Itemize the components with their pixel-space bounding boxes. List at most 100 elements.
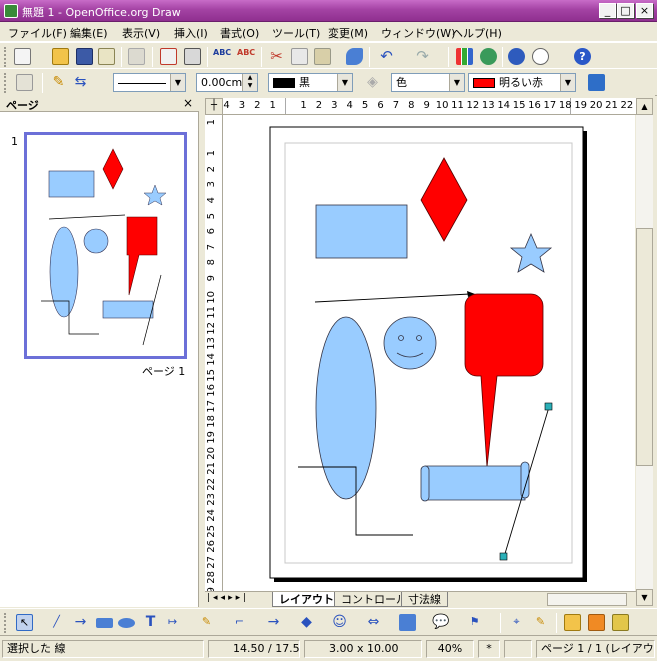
fontwork-icon[interactable] [564, 614, 581, 631]
chart-icon[interactable] [456, 48, 473, 65]
selection-handle-start[interactable] [499, 552, 508, 561]
ruler-tick-label: 1 [206, 150, 217, 157]
redo-icon[interactable]: ↷ [414, 48, 431, 65]
shape-rectangle[interactable] [315, 204, 408, 259]
line-style-select[interactable]: ▼ [113, 73, 186, 92]
print-icon[interactable] [184, 48, 201, 65]
styles-icon[interactable] [16, 74, 33, 91]
vertical-scrollbar[interactable]: ▲ ▼ [636, 98, 653, 606]
minimize-button[interactable]: _ [599, 3, 616, 18]
stars-icon[interactable]: ⚑ [466, 614, 483, 631]
status-selection: 選択した 線 [2, 640, 204, 658]
open-folder-icon[interactable] [52, 48, 69, 65]
menu-insert[interactable]: 挿入(I) [174, 25, 208, 41]
ruler-tick-label: 6 [206, 228, 217, 235]
ellipse-tool-icon[interactable] [118, 618, 135, 628]
spinner-arrows-icon[interactable]: ▲ ▼ [242, 74, 257, 91]
ruler-tick-label: 15 [206, 368, 217, 382]
email-icon[interactable] [98, 48, 115, 65]
drawing-canvas[interactable] [223, 115, 635, 591]
tab-stop-icon[interactable]: ┼ [205, 98, 223, 115]
menu-format[interactable]: 書式(O) [220, 25, 259, 41]
save-icon[interactable] [76, 48, 93, 65]
status-zoom[interactable]: 40% [426, 640, 474, 658]
line-arrow-tool-icon[interactable]: → [72, 614, 89, 631]
flowchart-icon[interactable] [399, 614, 416, 631]
autospellcheck-icon[interactable]: ABC [237, 48, 255, 65]
selection-handle-end[interactable] [544, 402, 553, 411]
menu-tools[interactable]: ツール(T) [272, 25, 320, 41]
pages-panel-header: ページ × [0, 94, 199, 112]
paste-icon[interactable] [314, 48, 331, 65]
shape-scroll[interactable] [424, 465, 526, 501]
spellcheck-icon[interactable]: ABC [213, 48, 231, 65]
toolbar-grip[interactable] [4, 47, 7, 67]
callouts-icon[interactable]: 💬 [432, 614, 449, 631]
toolbar-grip[interactable] [4, 73, 7, 93]
close-icon[interactable]: × [183, 96, 193, 110]
menu-modify[interactable]: 変更(M) [328, 25, 368, 41]
cut-icon[interactable]: ✂ [268, 48, 285, 65]
connector-tool-icon[interactable]: ↦ [164, 614, 181, 631]
from-file-icon[interactable] [588, 614, 605, 631]
menu-window[interactable]: ウィンドウ(W) [381, 25, 455, 41]
basic-shapes-icon[interactable]: ◆ [298, 614, 315, 631]
zoom-icon[interactable] [532, 48, 549, 65]
new-document-icon[interactable] [14, 48, 31, 65]
glue-points-icon[interactable]: ✎ [532, 614, 549, 631]
connector-menu-icon[interactable]: ⌐ [231, 614, 248, 631]
tab-layout[interactable]: レイアウト [272, 592, 341, 607]
ruler-tick-label: 2 [254, 100, 261, 111]
undo-icon[interactable]: ↶ [378, 48, 395, 65]
horizontal-ruler[interactable]: 4321123456789101112131415161718192021222… [223, 98, 636, 115]
status-position: 14.50 / 17.50 [208, 640, 300, 658]
close-button[interactable]: × [636, 3, 653, 18]
lines-arrows-icon[interactable]: → [265, 614, 282, 631]
line-width-spinner[interactable]: 0.00cm ▲ ▼ [196, 73, 258, 92]
ruler-tick-label: 1 [300, 100, 307, 111]
menu-help[interactable]: ヘルプ(H) [452, 25, 502, 41]
tab-navigation-icons[interactable]: |◂◂▸▸| [207, 593, 249, 603]
text-tool-icon[interactable]: T [142, 614, 159, 631]
scroll-thumb[interactable] [636, 228, 653, 466]
arrow-style-icon[interactable]: ⇆ [72, 74, 89, 91]
line-tool-icon[interactable]: ╱ [48, 614, 65, 631]
rectangle-tool-icon[interactable] [96, 618, 113, 628]
export-pdf-icon[interactable] [160, 48, 177, 65]
clone-formatting-icon[interactable] [346, 48, 363, 65]
line-icon[interactable]: ✎ [50, 74, 67, 91]
shadow-icon[interactable] [588, 74, 605, 91]
navigator-icon[interactable] [508, 48, 525, 65]
scroll-down-icon[interactable]: ▼ [636, 589, 653, 606]
curve-tool-icon[interactable]: ✎ [198, 614, 215, 631]
maximize-button[interactable]: □ [617, 3, 634, 18]
vertical-ruler[interactable]: 1 1 2 3 4 5 6 7 8 9 10 11 12 13 14 15 16 17 18 19 20 21 22 23 24… [205, 115, 223, 591]
page-thumbnail[interactable] [24, 132, 187, 359]
menu-edit[interactable]: 編集(E) [70, 25, 108, 41]
menu-view[interactable]: 表示(V) [122, 25, 160, 41]
area-fill-icon[interactable]: ◈ [364, 74, 381, 91]
block-arrows-icon[interactable]: ⇔ [365, 614, 382, 631]
menu-file[interactable]: ファイル(F) [8, 25, 67, 41]
shape-smiley[interactable] [383, 316, 437, 370]
shape-ellipse[interactable] [315, 316, 377, 500]
tab-dimension-lines[interactable]: 寸法線 [401, 592, 448, 607]
ruler-tick-label: 5 [206, 212, 217, 219]
area-style-select[interactable]: 色 ▼ [391, 73, 465, 92]
help-icon[interactable]: ? [574, 48, 591, 65]
area-color-select[interactable]: 明るい赤 ▼ [468, 73, 576, 92]
toolbar-grip[interactable] [4, 613, 7, 633]
chevron-down-icon: ▼ [337, 74, 352, 91]
edit-file-icon[interactable] [128, 48, 145, 65]
copy-icon[interactable] [291, 48, 308, 65]
select-pointer-icon[interactable]: ↖ [16, 614, 33, 631]
ruler-tick-label: 19 [574, 100, 588, 111]
horizontal-scrollbar[interactable] [547, 593, 627, 606]
points-icon[interactable]: ⌖ [508, 614, 525, 631]
symbol-shapes-icon[interactable]: ☺ [331, 614, 348, 631]
scroll-up-icon[interactable]: ▲ [636, 98, 653, 115]
gallery-icon[interactable] [480, 48, 497, 65]
gallery-toggle-icon[interactable] [612, 614, 629, 631]
line-color-select[interactable]: 黒 ▼ [268, 73, 353, 92]
ruler-tick-label: 3 [238, 100, 246, 111]
